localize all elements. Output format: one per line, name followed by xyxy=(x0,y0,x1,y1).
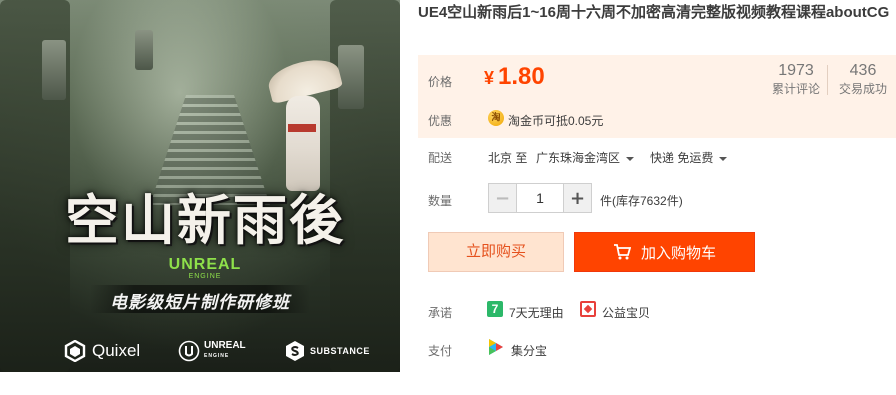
shipping-destination-select[interactable]: 广东珠海金湾区 xyxy=(536,149,635,166)
promise-label: 承诺 xyxy=(428,306,453,320)
substance-label: SUBSTANCE xyxy=(310,346,370,356)
product-image[interactable]: 空山新雨後 UNREAL ENGINE 电影级短片制作研修班 Quixel UN… xyxy=(0,0,400,372)
price-panel: 价格 ¥1.80 1973 累计评论 436 交易成功 优惠 淘 淘金币可抵0.… xyxy=(418,55,896,138)
payment-method: 集分宝 xyxy=(511,344,548,358)
price-amount: 1.80 xyxy=(498,63,545,90)
unreal-logo: UNREAL ENGINE xyxy=(178,340,246,362)
quantity-input[interactable] xyxy=(517,184,563,212)
quixel-icon xyxy=(64,340,86,362)
currency-symbol: ¥ xyxy=(484,68,495,88)
unreal-label-bottom: ENGINE xyxy=(204,353,230,359)
price-value: ¥1.80 xyxy=(484,63,545,91)
shipping-label: 配送 xyxy=(428,151,453,165)
payment-label: 支付 xyxy=(428,344,453,358)
charity-icon xyxy=(580,301,596,317)
quixel-label: Quixel xyxy=(92,341,141,360)
unreal-label-top: UNREAL xyxy=(204,340,246,351)
substance-icon xyxy=(286,341,304,361)
shipping-method: 快递 免运费 xyxy=(650,151,714,165)
stat-divider xyxy=(827,65,828,95)
deals-label: 交易成功 xyxy=(838,82,887,96)
stone-lantern xyxy=(135,30,153,70)
promotion-label: 优惠 xyxy=(428,114,453,128)
deals-count: 436 xyxy=(849,62,877,79)
shipping-method-select[interactable]: 快递 免运费 xyxy=(650,149,728,166)
quantity-label: 数量 xyxy=(428,194,453,208)
shipping-origin: 北京 至 xyxy=(488,151,528,165)
stone-lantern xyxy=(42,40,66,100)
reviews-count: 1973 xyxy=(778,62,814,79)
deals-stat[interactable]: 436 交易成功 xyxy=(832,61,894,97)
brand-sub: ENGINE xyxy=(188,273,222,280)
promo-subtitle: 电影级短片制作研修班 xyxy=(110,293,290,313)
reviews-label: 累计评论 xyxy=(771,82,820,96)
brand-word: UNREAL xyxy=(168,256,242,273)
substance-logo: SUBSTANCE xyxy=(284,340,370,362)
shipping-destination: 广东珠海金湾区 xyxy=(536,151,621,165)
unreal-label: UNREAL ENGINE xyxy=(204,341,246,361)
add-to-cart-label: 加入购物车 xyxy=(640,244,716,262)
quantity-stepper: − + xyxy=(488,183,592,213)
decrease-quantity-button[interactable]: − xyxy=(489,184,517,212)
promo-title: 空山新雨後 xyxy=(65,188,345,252)
unreal-engine-brand: UNREAL ENGINE xyxy=(150,256,260,281)
cart-icon xyxy=(613,244,631,260)
kimono-sash xyxy=(288,124,316,132)
promotion-text: 淘金币可抵0.05元 xyxy=(508,114,604,128)
seven-day-return-icon: 7 xyxy=(487,301,503,317)
unreal-icon xyxy=(178,340,200,362)
seven-day-return-link[interactable]: 7天无理由 xyxy=(509,304,564,321)
chevron-down-icon xyxy=(719,156,728,161)
taobao-coin-icon: 淘 xyxy=(488,110,504,126)
product-title: UE4空山新雨后1~16周十六周不加密高清完整版视频教程课程aboutCG xyxy=(418,4,890,21)
increase-quantity-button[interactable]: + xyxy=(563,184,591,212)
charity-item-link[interactable]: 公益宝贝 xyxy=(602,304,650,321)
stone-lantern xyxy=(338,45,364,109)
chevron-down-icon xyxy=(626,156,635,161)
buy-now-button[interactable]: 立即购买 xyxy=(428,232,564,272)
price-label: 价格 xyxy=(428,75,453,89)
jifenbao-icon xyxy=(489,339,503,355)
quixel-logo: Quixel xyxy=(64,340,140,362)
stock-text: 件(库存7632件) xyxy=(600,194,683,208)
reviews-stat[interactable]: 1973 累计评论 xyxy=(768,61,824,97)
add-to-cart-button[interactable]: 加入购物车 xyxy=(574,232,755,272)
